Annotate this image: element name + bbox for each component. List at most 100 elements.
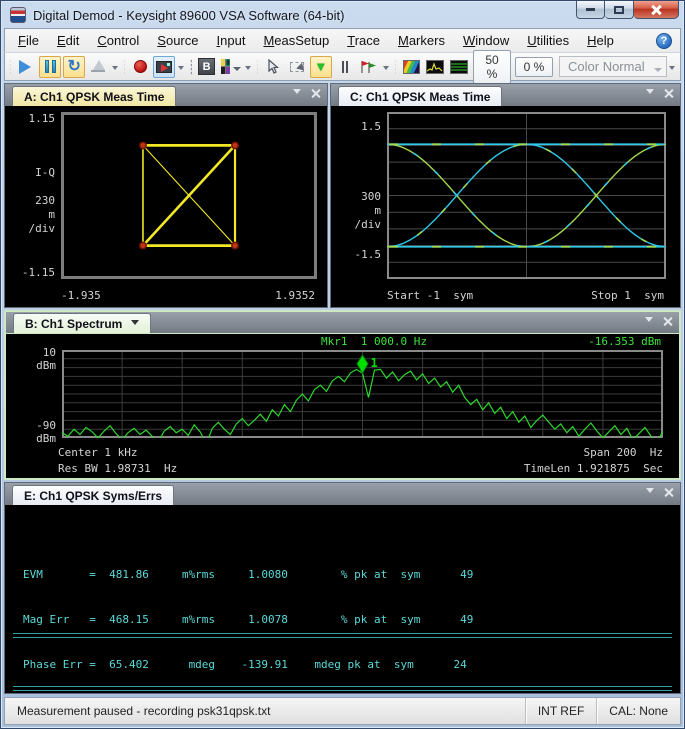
control-overflow-caret-icon[interactable] (112, 66, 118, 73)
panel-a-body: 1.15 I-Q 230 m /div -1.15 -1.935 1.9352 (5, 106, 327, 307)
reference-status: INT REF (525, 698, 596, 724)
recording-player-button[interactable] (153, 56, 175, 78)
close-button[interactable] (634, 1, 679, 19)
panel-e-menu-caret-icon[interactable] (646, 488, 654, 497)
a-scale-div-label: /div (5, 222, 55, 235)
menu-markers[interactable]: Markers (389, 30, 454, 51)
menu-file[interactable]: File (9, 30, 48, 51)
play-icon (19, 60, 38, 74)
app-icon[interactable] (10, 7, 26, 23)
toolbar-grip[interactable] (190, 59, 191, 75)
marker-overflow-caret-icon[interactable] (383, 66, 389, 73)
panel-a-header: A: Ch1 QPSK Meas Time (5, 84, 327, 106)
calibration-status: CAL: None (596, 698, 680, 724)
a-trace-label: I-Q (5, 166, 55, 179)
b-y-min-unit-label: dBm (6, 432, 56, 445)
panel-e-close-icon[interactable] (664, 488, 673, 497)
panel-b-close-icon[interactable] (663, 317, 672, 326)
separator-rule (13, 633, 672, 638)
title-bar: Digital Demod - Keysight 89600 VSA Softw… (4, 1, 681, 28)
marker-to-peak-button[interactable]: ▼ (310, 56, 332, 78)
panel-a-close-icon[interactable] (311, 89, 320, 98)
tab-panel-c[interactable]: C: Ch1 QPSK Meas Time (338, 86, 502, 106)
record-overflow-caret-icon[interactable] (178, 66, 184, 73)
minimize-icon (586, 8, 595, 11)
tab-panel-b[interactable]: B: Ch1 Spectrum (13, 313, 151, 333)
trace-offset-field[interactable]: 0 % (515, 57, 553, 77)
marker-down-icon: ▼ (314, 60, 327, 73)
color-mode-value: Color Normal (568, 59, 645, 74)
time-len-label: TimeLen 1.921875 Sec (524, 462, 663, 475)
panel-a-constellation: A: Ch1 QPSK Meas Time 1.15 I-Q 230 m /di… (4, 83, 328, 308)
window-layout-button[interactable] (220, 56, 242, 78)
panel-c-menu-caret-icon[interactable] (646, 89, 654, 98)
color-mode-dropdown[interactable]: Color Normal (559, 56, 667, 77)
menu-utilities[interactable]: Utilities (518, 30, 578, 51)
panel-b-spectrum: B: Ch1 Spectrum Mkr1 1 000.0 Hz -16.353 … (4, 310, 681, 480)
layout-caret-icon (233, 67, 241, 75)
toolbar-grip[interactable] (10, 59, 11, 75)
layout-overflow-caret-icon[interactable] (245, 66, 251, 73)
band-marker-icon (290, 62, 304, 72)
b-y-max-label: 10 (6, 346, 56, 359)
offset-marker-button[interactable] (334, 56, 356, 78)
close-icon (650, 5, 662, 15)
panel-b-menu-caret-icon[interactable] (645, 317, 653, 326)
menu-help[interactable]: Help (578, 30, 623, 51)
c-scale-div-label: /div (331, 218, 381, 231)
panel-c-header: C: Ch1 QPSK Meas Time (331, 84, 680, 106)
spectrum-display-button[interactable] (424, 56, 446, 78)
band-power-marker-button[interactable] (286, 56, 308, 78)
menu-items: FileEditControlSourceInputMeasSetupTrace… (9, 30, 623, 51)
menu-edit[interactable]: Edit (48, 30, 88, 51)
pause-button[interactable] (39, 56, 61, 78)
marker-flags-icon (360, 60, 377, 74)
span-label: Span 200 Hz (584, 446, 663, 459)
trace-b-button[interactable]: B (196, 56, 218, 78)
menu-trace[interactable]: Trace (338, 30, 389, 51)
window-title: Digital Demod - Keysight 89600 VSA Softw… (33, 8, 344, 23)
maximize-button[interactable] (605, 1, 634, 19)
tab-panel-e[interactable]: E: Ch1 QPSK Syms/Errs (12, 485, 174, 505)
spectrogram-icon (403, 60, 420, 74)
toolbar: ↻ B ▼ 50 % 0 % Col (4, 52, 681, 81)
spectrogram-colors-button[interactable] (400, 56, 422, 78)
eye-diagram-plot[interactable] (387, 112, 666, 279)
spectrum-thumb-icon (426, 60, 444, 74)
menu-meassetup[interactable]: MeasSetup (254, 30, 338, 51)
minimize-button[interactable] (576, 1, 605, 19)
maximize-icon (614, 6, 624, 14)
a-scale-unit-label: m (5, 208, 55, 221)
toolbar-grip[interactable] (257, 59, 258, 75)
menu-bar: FileEditControlSourceInputMeasSetupTrace… (4, 28, 681, 52)
constellation-plot[interactable] (61, 112, 317, 279)
menu-source[interactable]: Source (148, 30, 207, 51)
evm-row: EVM = 481.86 m%rms 1.0080 % pk at sym 49 (23, 567, 473, 582)
record-button[interactable] (129, 56, 151, 78)
a-y-max-label: 1.15 (5, 112, 55, 125)
coupled-markers-button[interactable] (358, 56, 380, 78)
spectrum-plot[interactable]: 1 (62, 350, 663, 438)
toolbar-grip[interactable] (395, 59, 396, 75)
toolbar-grip[interactable] (124, 59, 125, 75)
help-icon[interactable]: ? (656, 33, 672, 49)
marker-level: -16.353 dBm (588, 335, 661, 348)
menu-window[interactable]: Window (454, 30, 518, 51)
panel-a-menu-caret-icon[interactable] (293, 89, 301, 98)
play-button[interactable] (15, 56, 37, 78)
single-sweep-button[interactable] (87, 56, 109, 78)
select-cursor-button[interactable] (262, 56, 284, 78)
menu-input[interactable]: Input (208, 30, 255, 51)
main-content: A: Ch1 QPSK Meas Time 1.15 I-Q 230 m /di… (4, 81, 681, 695)
tab-panel-a[interactable]: A: Ch1 QPSK Meas Time (12, 86, 176, 106)
color-mode-caret-icon (654, 68, 662, 76)
b-y-min-label: -90 (6, 419, 56, 432)
panel-e-syms-errs: E: Ch1 QPSK Syms/Errs EVM = 481.86 m%rms… (4, 482, 681, 694)
menu-control[interactable]: Control (88, 30, 148, 51)
waterfall-display-button[interactable] (448, 56, 470, 78)
trace-transparency-field[interactable]: 50 % (473, 50, 511, 84)
restart-button[interactable]: ↻ (63, 56, 85, 78)
panel-c-close-icon[interactable] (664, 89, 673, 98)
display-overflow-caret-icon[interactable] (669, 66, 675, 73)
separator-rule (13, 686, 672, 691)
